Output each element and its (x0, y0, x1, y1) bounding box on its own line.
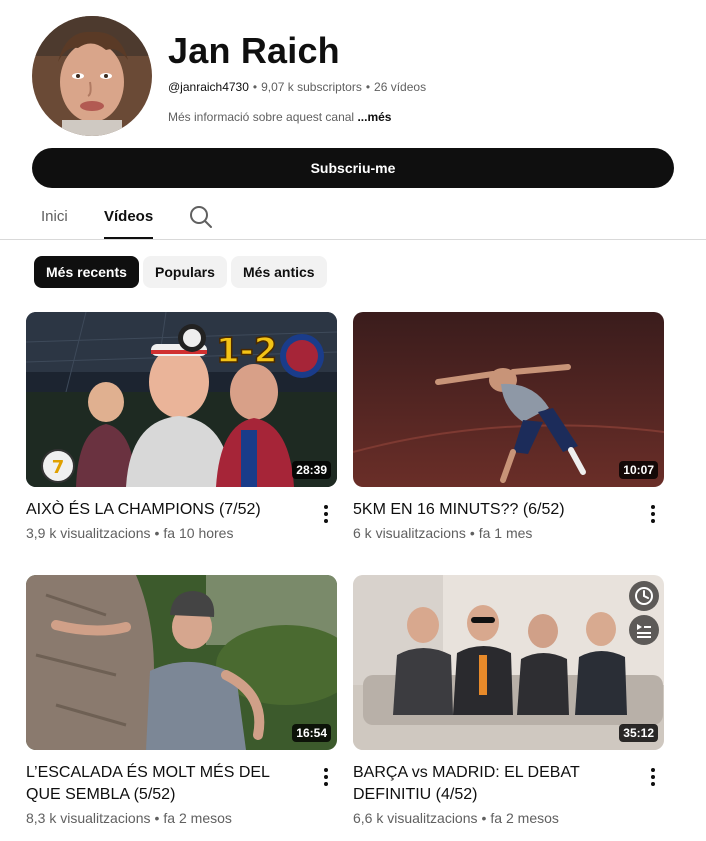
more-vert-icon[interactable] (318, 502, 334, 526)
more-vert-icon[interactable] (645, 502, 661, 526)
chip-oldest[interactable]: Més antics (231, 256, 327, 288)
video-views: 6,6 k visualitzacions (353, 810, 478, 826)
search-icon[interactable] (188, 204, 214, 230)
video-duration: 10:07 (619, 461, 658, 479)
video-title[interactable]: 5KM EN 16 MINUTS?? (6/52) (353, 499, 633, 521)
video-meta: 6 k visualitzacions • fa 1 mes (353, 525, 533, 541)
video-views: 8,3 k visualitzacions (26, 810, 151, 826)
tab-home[interactable]: Inici (41, 208, 68, 225)
video-duration: 16:54 (292, 724, 331, 742)
video-age: fa 1 mes (478, 525, 533, 541)
channel-meta: @janraich4730 • 9,07 k subscriptors • 26 víd… (168, 80, 427, 94)
add-to-queue-icon[interactable] (629, 615, 659, 645)
channel-tabs: Inici Vídeos (0, 196, 706, 240)
video-duration: 35:12 (619, 724, 658, 742)
video-age: fa 2 mesos (163, 810, 232, 826)
video-thumbnail[interactable]: 10:07 (353, 312, 664, 487)
clock-icon[interactable] (629, 581, 659, 611)
video-title[interactable]: L’ESCALADA ÉS MOLT MÉS DEL QUE SEMBLA (5… (26, 762, 306, 806)
score-overlay-text: 1-2 (216, 331, 277, 371)
tab-videos[interactable]: Vídeos (104, 208, 153, 225)
episode-badge-text: 7 (52, 457, 65, 478)
video-meta: 3,9 k visualitzacions • fa 10 hores (26, 525, 234, 541)
video-views: 3,9 k visualitzacions (26, 525, 151, 541)
video-meta: 8,3 k visualitzacions • fa 2 mesos (26, 810, 232, 826)
subscribe-button[interactable]: Subscriu-me (32, 148, 674, 188)
video-age: fa 10 hores (163, 525, 234, 541)
subscriber-count: 9,07 k subscriptors (261, 80, 362, 94)
video-count: 26 vídeos (374, 80, 427, 94)
about-channel-link[interactable]: Més informació sobre aquest canal ...més (168, 110, 391, 124)
about-text: Més informació sobre aquest canal (168, 110, 355, 124)
more-vert-icon[interactable] (645, 765, 661, 789)
active-tab-indicator (104, 237, 153, 239)
chip-latest[interactable]: Més recents (34, 256, 139, 288)
video-thumbnail[interactable]: 35:12 (353, 575, 664, 750)
video-duration: 28:39 (292, 461, 331, 479)
channel-name: Jan Raich (168, 30, 340, 71)
video-meta: 6,6 k visualitzacions • fa 2 mesos (353, 810, 559, 826)
channel-handle: @janraich4730 (168, 80, 249, 94)
channel-avatar[interactable] (32, 16, 152, 136)
video-views: 6 k visualitzacions (353, 525, 466, 541)
more-vert-icon[interactable] (318, 765, 334, 789)
chip-popular[interactable]: Populars (143, 256, 227, 288)
video-thumbnail[interactable]: 1-2 7 28:39 (26, 312, 337, 487)
video-title[interactable]: BARÇA vs MADRID: EL DEBAT DEFINITIU (4/5… (353, 762, 633, 806)
video-age: fa 2 mesos (490, 810, 559, 826)
about-more: ...més (357, 110, 392, 124)
video-title[interactable]: AIXÒ ÉS LA CHAMPIONS (7/52) (26, 499, 306, 521)
video-thumbnail[interactable]: 16:54 (26, 575, 337, 750)
